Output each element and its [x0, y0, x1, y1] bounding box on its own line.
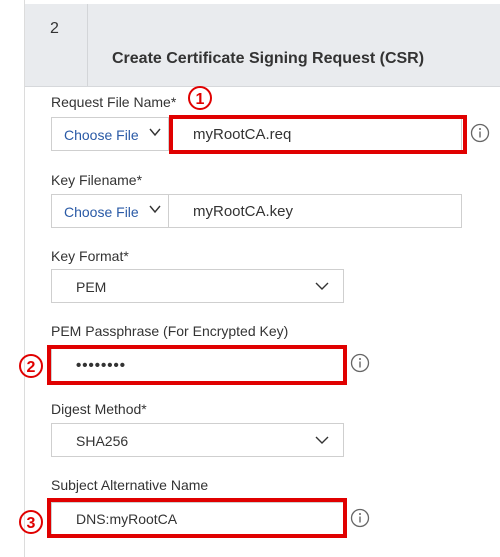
info-icon[interactable]: [470, 123, 490, 143]
request-file-field: Choose File myRootCA.req: [51, 117, 462, 151]
san-input[interactable]: [51, 502, 344, 536]
digest-method-select[interactable]: SHA256: [51, 423, 344, 457]
info-icon[interactable]: [350, 353, 370, 373]
digest-method-value: SHA256: [76, 433, 129, 449]
chevron-down-icon: [315, 436, 329, 444]
choose-file-label: Choose File: [64, 204, 139, 220]
key-file-value[interactable]: myRootCA.key: [193, 203, 293, 220]
key-file-field: Choose File myRootCA.key: [51, 194, 462, 228]
step-number: 2: [50, 20, 59, 37]
key-format-select[interactable]: PEM: [51, 269, 344, 303]
step-title: Create Certificate Signing Request (CSR): [112, 50, 425, 67]
request-file-choose-button[interactable]: Choose File: [52, 118, 169, 150]
request-file-value[interactable]: myRootCA.req: [193, 126, 291, 143]
choose-file-label: Choose File: [64, 127, 139, 143]
chevron-down-icon: [149, 128, 161, 137]
san-label: Subject Alternative Name: [51, 477, 209, 493]
step-divider: [87, 4, 88, 86]
key-file-label: Key Filename*: [51, 172, 143, 188]
step-header: 2 Create Certificate Signing Request (CS…: [25, 4, 500, 87]
info-icon[interactable]: [350, 508, 370, 528]
key-format-label: Key Format*: [51, 248, 129, 264]
key-file-choose-button[interactable]: Choose File: [52, 195, 169, 227]
pem-passphrase-label: PEM Passphrase (For Encrypted Key): [51, 323, 289, 339]
pem-passphrase-input[interactable]: [51, 348, 344, 382]
left-gutter: [0, 0, 24, 557]
svg-text:2: 2: [27, 359, 36, 376]
svg-text:1: 1: [196, 91, 205, 108]
chevron-down-icon: [315, 282, 329, 290]
marker-3-icon: 3: [19, 510, 43, 534]
key-format-value: PEM: [76, 279, 107, 295]
chevron-down-icon: [149, 205, 161, 214]
request-file-label: Request File Name*: [51, 94, 177, 110]
digest-method-label: Digest Method*: [51, 401, 147, 417]
svg-text:3: 3: [27, 515, 36, 532]
marker-1-icon: 1: [188, 86, 212, 110]
marker-2-icon: 2: [19, 354, 43, 378]
